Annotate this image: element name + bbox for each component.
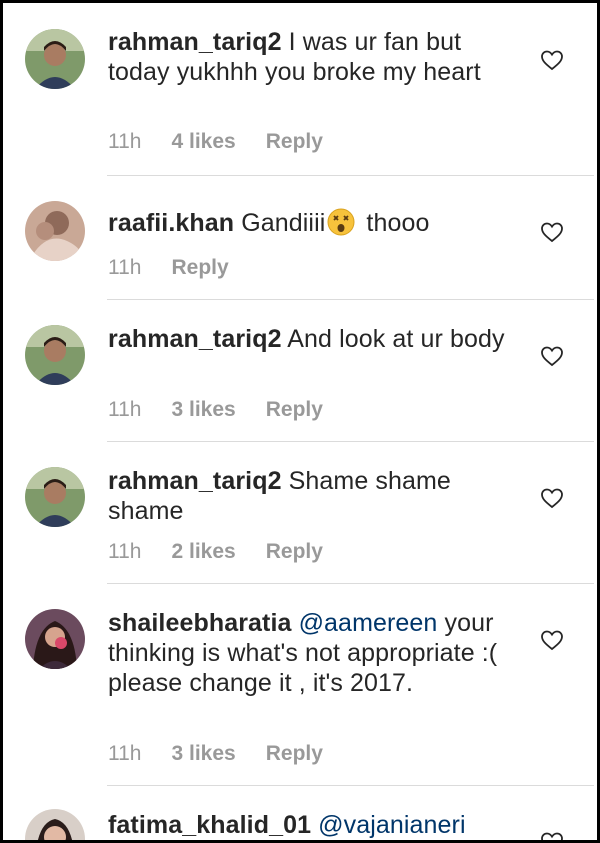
comment-username[interactable]: rahman_tariq2 <box>108 467 282 495</box>
comment-likes[interactable]: 3 likes <box>171 742 235 765</box>
comment-username[interactable]: raafii.khan <box>108 209 234 237</box>
avatar[interactable] <box>25 809 85 840</box>
reply-button[interactable]: Reply <box>171 256 228 279</box>
comment-username[interactable]: shaileebharatia <box>108 609 292 637</box>
avatar[interactable] <box>25 467 85 527</box>
comment-username[interactable]: fatima_khalid_01 <box>108 811 311 839</box>
comment-text: fatima_khalid_01 @vajanianeri <box>108 810 508 840</box>
comment-username[interactable]: rahman_tariq2 <box>108 28 282 56</box>
divider <box>107 299 594 300</box>
comment-time: 11h <box>108 398 142 421</box>
avatar[interactable] <box>25 29 85 89</box>
comment-body: And look at ur body <box>281 325 505 353</box>
avatar[interactable] <box>25 325 85 385</box>
divider <box>107 441 594 442</box>
mention-link[interactable]: @aamereen <box>299 609 438 637</box>
divider <box>107 175 594 176</box>
reply-button[interactable]: Reply <box>266 130 323 153</box>
reply-button[interactable]: Reply <box>266 742 323 765</box>
comment-text: shaileebharatia @aamereen your thinking … <box>108 608 508 698</box>
dizzy-face-emoji-icon <box>327 208 355 236</box>
comment-body: thooo <box>359 209 430 237</box>
heart-outline-icon[interactable] <box>540 629 564 651</box>
comment-text: rahman_tariq2 I was ur fan but today yuk… <box>108 27 508 87</box>
mention-link[interactable]: @vajanianeri <box>318 811 466 839</box>
divider <box>107 785 594 786</box>
comment-time: 11h <box>108 540 142 563</box>
heart-outline-icon[interactable] <box>540 221 564 243</box>
comment-likes[interactable]: 4 likes <box>171 130 235 153</box>
comment-text: raafii.khan Gandiiii thooo <box>108 208 508 238</box>
heart-outline-icon[interactable] <box>540 49 564 71</box>
divider <box>107 583 594 584</box>
heart-outline-icon[interactable] <box>540 831 564 843</box>
comment-meta: 11h 3 likes Reply <box>108 741 353 767</box>
comment-text: rahman_tariq2 Shame shame shame <box>108 466 508 526</box>
comment-text: rahman_tariq2 And look at ur body <box>108 324 508 354</box>
reply-button[interactable]: Reply <box>266 540 323 563</box>
heart-outline-icon[interactable] <box>540 345 564 367</box>
comments-list: rahman_tariq2 I was ur fan but today yuk… <box>0 0 600 843</box>
comment-meta: 11h 4 likes Reply <box>108 129 353 155</box>
comment-likes[interactable]: 3 likes <box>171 398 235 421</box>
comment-username[interactable]: rahman_tariq2 <box>108 325 282 353</box>
comment-time: 11h <box>108 742 142 765</box>
avatar[interactable] <box>25 609 85 669</box>
heart-outline-icon[interactable] <box>540 487 564 509</box>
avatar[interactable] <box>25 201 85 261</box>
comment-time: 11h <box>108 256 142 279</box>
comment-body: Gandiiii <box>234 209 326 237</box>
comment-likes[interactable]: 2 likes <box>171 540 235 563</box>
comment-meta: 11h 3 likes Reply <box>108 397 353 423</box>
comment-time: 11h <box>108 130 142 153</box>
reply-button[interactable]: Reply <box>266 398 323 421</box>
comment-meta: 11h Reply <box>108 255 259 281</box>
comment-meta: 11h 2 likes Reply <box>108 539 353 565</box>
